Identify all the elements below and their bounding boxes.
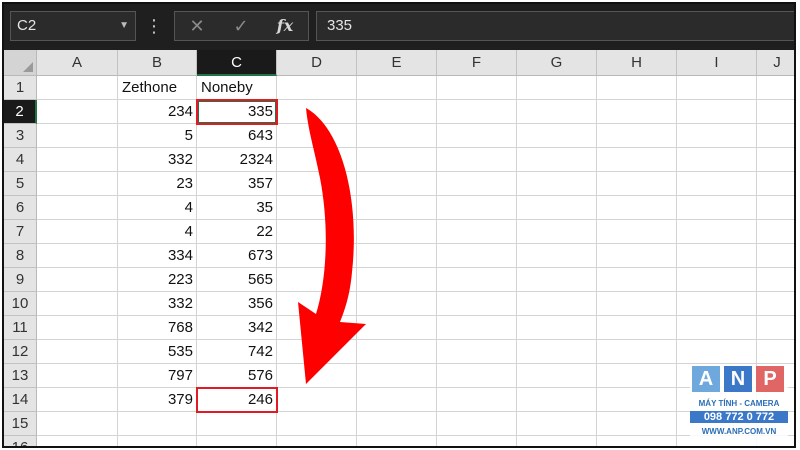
- vertical-dots-icon[interactable]: ⋮: [145, 12, 163, 40]
- curved-arrow-icon: [298, 108, 366, 384]
- logo-tagline: MÁY TÍNH - CAMERA: [698, 399, 780, 408]
- formula-buttons: ✕ ✓ fx: [174, 11, 309, 41]
- logo-letter-p: P: [756, 366, 784, 392]
- insert-function-button[interactable]: fx: [265, 12, 305, 40]
- logo-letter-a: A: [692, 366, 720, 392]
- chevron-down-icon[interactable]: ▼: [119, 12, 129, 40]
- close-icon[interactable]: ✕: [177, 12, 217, 40]
- logo-letter-n: N: [724, 366, 752, 392]
- check-icon[interactable]: ✓: [221, 12, 261, 40]
- worksheet-grid[interactable]: A B C D E F G H I J 1 2 3 4 5 6 7 8 9 10…: [4, 50, 794, 446]
- spreadsheet-window: C2 ▼ ⋮ ✕ ✓ fx 335 A B C D E F G H I J 1 …: [2, 2, 796, 448]
- formula-input[interactable]: 335: [316, 11, 794, 41]
- name-box-value: C2: [17, 17, 37, 34]
- anp-logo: A N P MÁY TÍNH - CAMERA 098 772 0 772 WW…: [690, 366, 788, 446]
- formula-bar: C2 ▼ ⋮ ✕ ✓ fx 335: [4, 4, 794, 50]
- name-box[interactable]: C2 ▼: [10, 11, 136, 41]
- logo-website: WWW.ANP.COM.VN: [701, 427, 777, 436]
- logo-letters: A N P: [692, 366, 786, 394]
- logo-phone: 098 772 0 772: [690, 411, 788, 423]
